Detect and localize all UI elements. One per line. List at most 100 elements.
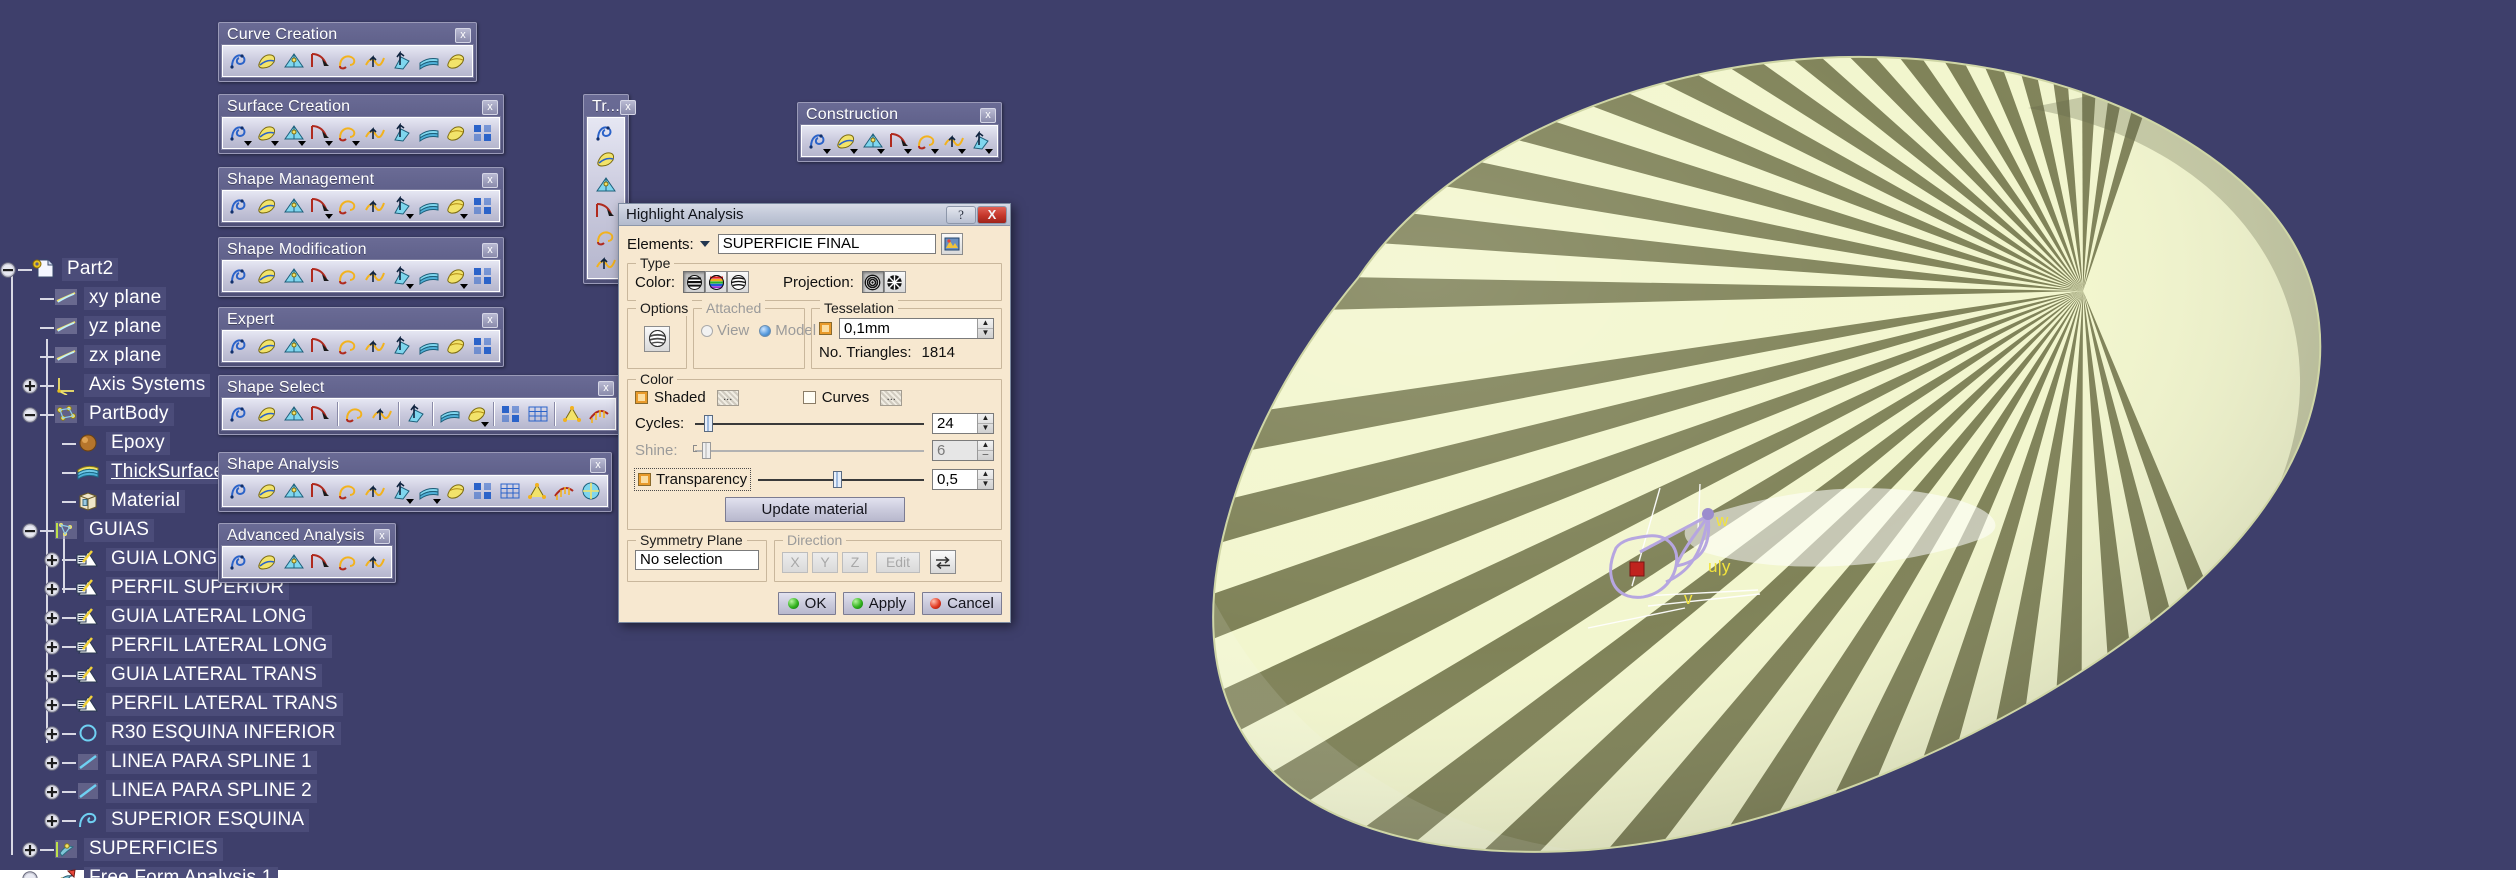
cycles-slider[interactable] xyxy=(695,415,924,433)
tree-expander-13[interactable] xyxy=(44,638,60,655)
curve-offset-icon[interactable] xyxy=(334,48,361,74)
point-icon[interactable] xyxy=(832,128,859,154)
update-material-button[interactable]: Update material xyxy=(724,497,905,522)
cutting-planes-icon[interactable] xyxy=(523,478,550,504)
toolbar-titlebar[interactable]: Surface Creation x xyxy=(222,97,500,117)
select-surface-icon[interactable] xyxy=(280,401,307,427)
transparency-spin-up[interactable]: ▲ xyxy=(978,470,993,480)
blend-surface-icon[interactable] xyxy=(388,120,415,146)
shape-pick-icon[interactable] xyxy=(524,401,551,427)
expert-sections-icon[interactable] xyxy=(307,333,334,359)
dialog-help-button[interactable]: ? xyxy=(946,205,976,224)
axis-to-axis-icon[interactable] xyxy=(593,250,620,276)
highlight-analysis-dialog[interactable]: Highlight Analysis ? X Elements: SUPERFI… xyxy=(618,203,1011,623)
translate-icon[interactable] xyxy=(593,120,620,146)
plane-icon[interactable] xyxy=(886,128,913,154)
rotate-icon[interactable] xyxy=(593,146,620,172)
fit-to-geometry-icon[interactable] xyxy=(442,193,469,219)
cycles-spin-arrows[interactable]: ▲ ▼ xyxy=(977,414,993,433)
toolbar-shape-management[interactable]: Shape Management x xyxy=(218,167,504,227)
dropdown-arrow-icon[interactable] xyxy=(352,141,360,146)
tree-item-19[interactable]: SUPERIOR ESQUINA xyxy=(0,806,310,835)
net-surface-icon[interactable] xyxy=(442,120,469,146)
toolbar-titlebar[interactable]: Shape Select x xyxy=(222,378,616,398)
surface-pick-icon[interactable] xyxy=(497,401,524,427)
move-extremity-icon[interactable] xyxy=(334,263,361,289)
global-deformation-icon[interactable] xyxy=(361,193,388,219)
shine-slider[interactable] xyxy=(693,442,924,460)
line-icon[interactable] xyxy=(859,128,886,154)
connect-checker-icon[interactable] xyxy=(226,478,253,504)
inflection-lines-icon[interactable] xyxy=(496,478,523,504)
offset-surface-icon[interactable] xyxy=(361,120,388,146)
cycles-slider-thumb[interactable] xyxy=(703,415,713,432)
tree-item-18[interactable]: LINEA PARA SPLINE 2 xyxy=(0,777,317,806)
grid-icon[interactable] xyxy=(967,128,994,154)
shine-slider-thumb[interactable] xyxy=(701,442,711,459)
surface-smooth-icon[interactable] xyxy=(415,193,442,219)
attached-model-radio[interactable] xyxy=(759,324,772,337)
surface-connect-icon[interactable] xyxy=(307,478,334,504)
mapping-analysis-icon[interactable] xyxy=(388,478,415,504)
curves-more-button[interactable]: ... xyxy=(880,389,903,406)
dropdown-arrow-icon[interactable] xyxy=(877,149,885,154)
toolbar-titlebar[interactable]: Tr... x xyxy=(587,97,636,117)
toolbar-titlebar[interactable]: Expert x xyxy=(222,310,500,330)
isophote-icon[interactable] xyxy=(469,478,496,504)
toolbar-close-icon[interactable]: x xyxy=(455,27,471,43)
control-points-mod-icon[interactable] xyxy=(226,263,253,289)
direction-x-button[interactable]: X xyxy=(782,551,808,573)
reflection-lines-icon[interactable] xyxy=(415,478,442,504)
control-points-icon[interactable] xyxy=(334,193,361,219)
dropdown-arrow-icon[interactable] xyxy=(850,149,858,154)
cycles-spinbox[interactable]: 24 ▲ ▼ xyxy=(932,413,994,434)
distance-to-plane-icon[interactable] xyxy=(280,549,307,575)
dropdown-arrow-icon[interactable] xyxy=(904,149,912,154)
transparency-spin-arrows[interactable]: ▲ ▼ xyxy=(977,470,993,489)
expert-wire-icon[interactable] xyxy=(469,333,496,359)
shine-spinbox[interactable]: 6 ▲ ─ xyxy=(932,440,994,461)
mesh-select-icon[interactable] xyxy=(402,401,429,427)
dropdown-arrow-icon[interactable] xyxy=(406,284,414,289)
transparency-slider[interactable] xyxy=(758,471,924,489)
dropdown-arrow-icon[interactable] xyxy=(298,141,306,146)
rainbow-stripes-icon[interactable] xyxy=(705,271,728,293)
tree-expander-14[interactable] xyxy=(44,667,60,684)
geometry-info-icon[interactable] xyxy=(577,478,604,504)
tesselation-spin-down[interactable]: ▼ xyxy=(978,329,993,339)
shine-spin-arrows[interactable]: ▲ ─ xyxy=(977,441,993,460)
toolbar-shape-select[interactable]: Shape Select x xyxy=(218,375,620,435)
draft-analysis-icon[interactable] xyxy=(361,478,388,504)
expert-extrude-icon[interactable] xyxy=(226,333,253,359)
dropdown-arrow-icon[interactable] xyxy=(244,141,252,146)
styling-extrude-icon[interactable] xyxy=(253,120,280,146)
tree-expander-15[interactable] xyxy=(44,696,60,713)
box-select-icon[interactable] xyxy=(463,401,490,427)
dropdown-arrow-icon[interactable] xyxy=(271,141,279,146)
toolbar-shape-analysis[interactable]: Shape Analysis x xyxy=(218,452,612,512)
styling-fillet-icon[interactable] xyxy=(469,120,496,146)
dropdown-arrow-icon[interactable] xyxy=(931,149,939,154)
add-remove-node-icon[interactable] xyxy=(280,263,307,289)
dropdown-arrow-icon[interactable] xyxy=(958,149,966,154)
expert-fill-icon[interactable] xyxy=(334,333,361,359)
fit-to-curve-icon[interactable] xyxy=(253,263,280,289)
tree-expander-18[interactable] xyxy=(44,783,60,800)
symmetry-transform-icon[interactable] xyxy=(593,172,620,198)
multiple-extract-icon[interactable] xyxy=(226,193,253,219)
toolbar-curve-creation[interactable]: Curve Creation x xyxy=(218,22,477,82)
expert-loft-icon[interactable] xyxy=(280,333,307,359)
tree-expander-17[interactable] xyxy=(44,754,60,771)
curve-projection-icon[interactable] xyxy=(280,48,307,74)
toolbar-close-icon[interactable]: x xyxy=(619,99,636,115)
toolbar-close-icon[interactable]: x xyxy=(482,99,498,115)
shine-spin-up[interactable]: ▲ xyxy=(978,441,993,451)
curve-check-icon[interactable] xyxy=(361,549,388,575)
dropdown-arrow-icon[interactable] xyxy=(985,149,993,154)
toolbar-close-icon[interactable]: x xyxy=(980,107,996,123)
cancel-button[interactable]: Cancel xyxy=(922,592,1002,615)
circle-icon[interactable] xyxy=(913,128,940,154)
toolbar-titlebar[interactable]: Shape Modification x xyxy=(222,240,500,260)
tree-item-14[interactable]: GUIA LATERAL TRANS xyxy=(0,661,322,690)
dropdown-arrow-icon[interactable] xyxy=(406,499,414,504)
